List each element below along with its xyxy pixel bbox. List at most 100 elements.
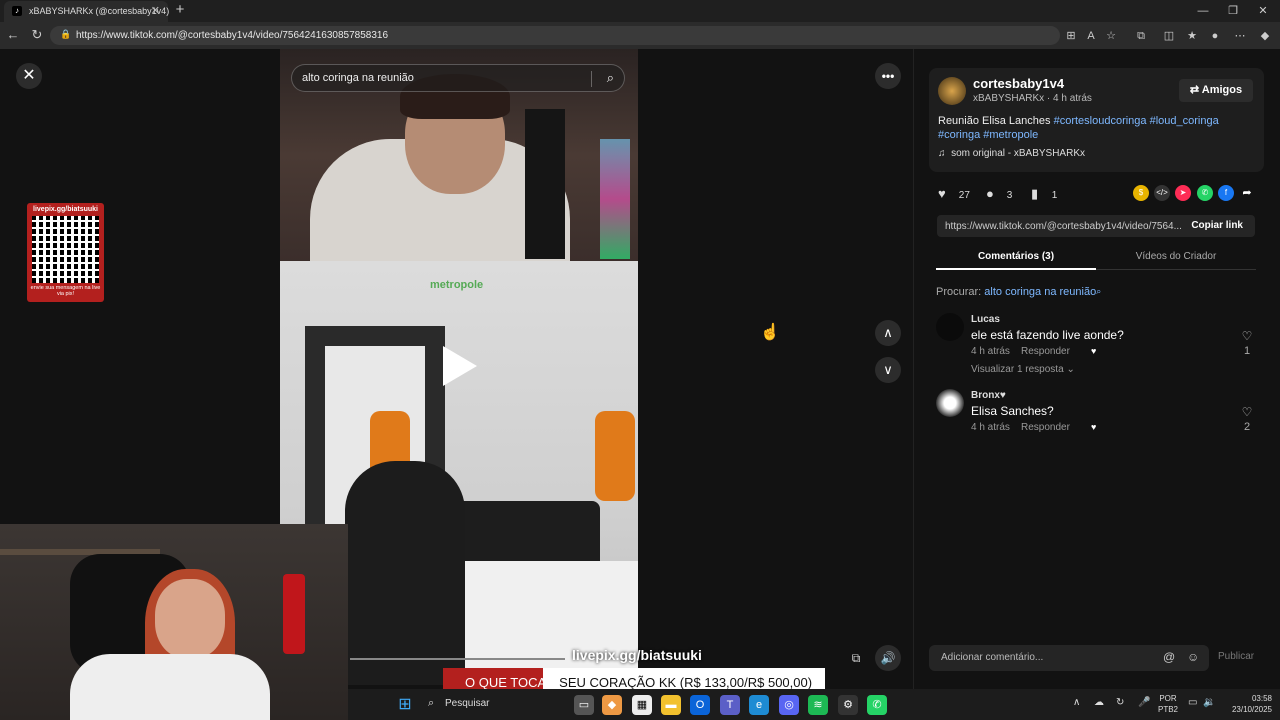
cloud-icon[interactable]: ☁ [1094,697,1104,708]
windows-start-icon[interactable]: ⊞ [395,695,415,715]
creator-username[interactable]: cortesbaby1v4 [973,76,1064,91]
reply-button[interactable]: Responder [1021,422,1070,433]
friends-button[interactable]: ⇄ Amigos [1179,79,1253,102]
new-tab-button[interactable]: + [171,1,189,19]
tab-creator-videos[interactable]: Vídeos do Criador [1096,246,1256,270]
search-icon[interactable]: ⌕ [1096,286,1101,296]
copy-link-button[interactable]: Copiar link [1191,220,1243,231]
browser-tab[interactable]: ♪ xBABYSHARKx (@cortesbaby1v4) ✕ [4,1,169,22]
commenter-name[interactable]: Lucas [971,314,1000,325]
comment-like-icon[interactable]: ♡ [1239,329,1255,343]
like-button[interactable]: ♥ 27 [938,186,970,202]
embed-icon[interactable]: </> [1154,185,1170,201]
facebook-icon[interactable]: f [1218,185,1234,201]
publish-button[interactable]: Publicar [1218,651,1254,662]
commenter-name[interactable]: Bronx♥ [971,390,1006,401]
character-right [595,411,635,501]
search-hint-link[interactable]: alto coringa na reunião [984,286,1096,298]
hashtag[interactable]: #coringa [938,129,980,141]
split-screen-icon[interactable]: ◫ [1160,27,1178,45]
close-window-button[interactable]: ✕ [1248,2,1278,20]
mic-icon[interactable]: 🎤 [1138,697,1150,708]
sync-icon[interactable]: ↻ [1116,697,1124,708]
commenter-avatar[interactable] [936,389,964,417]
next-video-button[interactable]: ∨ [875,357,901,383]
favorite-star-icon[interactable]: ☆ [1102,27,1120,45]
hashtag[interactable]: #cortesloudcoringa [1054,115,1147,127]
comment-time: 4 h atrás [971,346,1010,357]
previous-video-button[interactable]: ∧ [875,320,901,346]
whatsapp-app-icon[interactable]: ✆ [867,695,887,715]
reply-button[interactable]: Responder [1021,346,1070,357]
livepix-overlay-text: livepix.gg/biatsuuki [572,647,702,663]
store-icon[interactable]: ▦ [632,695,652,715]
copilot-icon[interactable]: ◆ [1256,27,1274,45]
favorites-icon[interactable]: ★ [1183,27,1201,45]
hashtag[interactable]: #loud_coringa [1150,115,1219,127]
more-options-button[interactable]: ••• [875,63,901,89]
apps-icon[interactable]: ⊞ [1062,27,1080,45]
emoji-icon[interactable]: ☺ [1187,650,1199,664]
steam-icon[interactable]: ⚙ [838,695,858,715]
extensions-icon[interactable]: ⧉ [1132,27,1150,45]
task-view-icon[interactable]: ▭ [574,695,594,715]
player-character [345,461,465,685]
hand-cursor-icon: ☝ [760,324,780,341]
whatsapp-icon[interactable]: ✆ [1197,185,1213,201]
teams-icon[interactable]: T [720,695,740,715]
comment-input[interactable]: Adicionar comentário... @ ☺ [929,645,1209,671]
tray-chevron-up-icon[interactable]: ∧ [1073,697,1080,708]
taskbar-search[interactable]: ⌕ Pesquisar [420,693,532,715]
edge-icon[interactable]: e [749,695,769,715]
share-arrow-icon[interactable]: ➦ [1239,185,1255,201]
view-replies-button[interactable]: Visualizar 1 resposta ⌄ [971,364,1075,375]
clock[interactable]: 03:58 23/10/2025 [1226,693,1272,715]
folder-icon[interactable]: ▬ [661,695,681,715]
streamer-face [155,579,225,659]
maximize-button[interactable]: ❐ [1218,2,1248,20]
sound-link[interactable]: ♫ som original - xBABYSHARKx [938,148,1085,159]
bookmark-icon: ▮ [1031,186,1039,201]
translate-icon[interactable]: A [1082,27,1100,45]
close-viewer-button[interactable]: ✕ [16,63,42,89]
network-icon[interactable]: ▭ [1188,697,1197,708]
search-query: alto coringa na reunião [302,72,414,84]
address-bar[interactable]: 🔒 https://www.tiktok.com/@cortesbaby1v4/… [50,26,1060,45]
mention-icon[interactable]: @ [1163,650,1175,664]
minimize-button[interactable]: — [1188,2,1218,20]
video-search-bar[interactable]: alto coringa na reunião ⌕ [291,64,625,92]
play-icon[interactable] [443,346,477,386]
send-icon[interactable]: ➤ [1175,185,1191,201]
progress-bar[interactable] [350,658,565,660]
tab-comments[interactable]: Comentários (3) [936,246,1096,270]
outlook-icon[interactable]: O [690,695,710,715]
copilot-app-icon[interactable]: ◆ [602,695,622,715]
comment-like-icon[interactable]: ♡ [1239,405,1255,419]
tiktok-favicon-icon: ♪ [12,6,22,16]
spotify-icon[interactable]: ≋ [808,695,828,715]
close-tab-icon[interactable]: ✕ [151,4,160,17]
profile-avatar[interactable]: ● [1206,27,1224,45]
comment-time: 4 h atrás [971,422,1010,433]
coin-icon[interactable]: $ [1133,185,1149,201]
commenter-avatar[interactable] [936,313,964,341]
comment-button[interactable]: ● 3 [986,186,1012,202]
hashtag[interactable]: #metropole [983,129,1038,141]
browser-menu-icon[interactable]: ⋯ [1231,27,1249,45]
save-button[interactable]: ▮ 1 [1031,186,1057,202]
refresh-button[interactable]: ↻ [28,26,46,44]
copy-link-box: https://www.tiktok.com/@cortesbaby1v4/vi… [937,215,1255,237]
volume-tray-icon[interactable]: 🔉 [1203,697,1215,708]
back-button[interactable]: ← [4,26,22,44]
search-icon[interactable]: ⌕ [607,70,614,86]
creator-avatar[interactable] [938,77,966,105]
clock-date: 23/10/2025 [1231,705,1272,714]
lock-icon: 🔒 [60,29,72,39]
ticker-message: SEU CORAÇÃO KK (R$ 133,00/R$ 500,00) [559,675,813,690]
view-replies-label: Visualizar 1 resposta [971,364,1064,375]
volume-button[interactable]: 🔊 [875,645,901,671]
language-indicator[interactable]: POR PTB2 [1158,693,1178,715]
red-lamp [283,574,305,654]
pip-icon[interactable]: ⧉ [846,648,866,668]
discord-icon[interactable]: ◎ [779,695,799,715]
